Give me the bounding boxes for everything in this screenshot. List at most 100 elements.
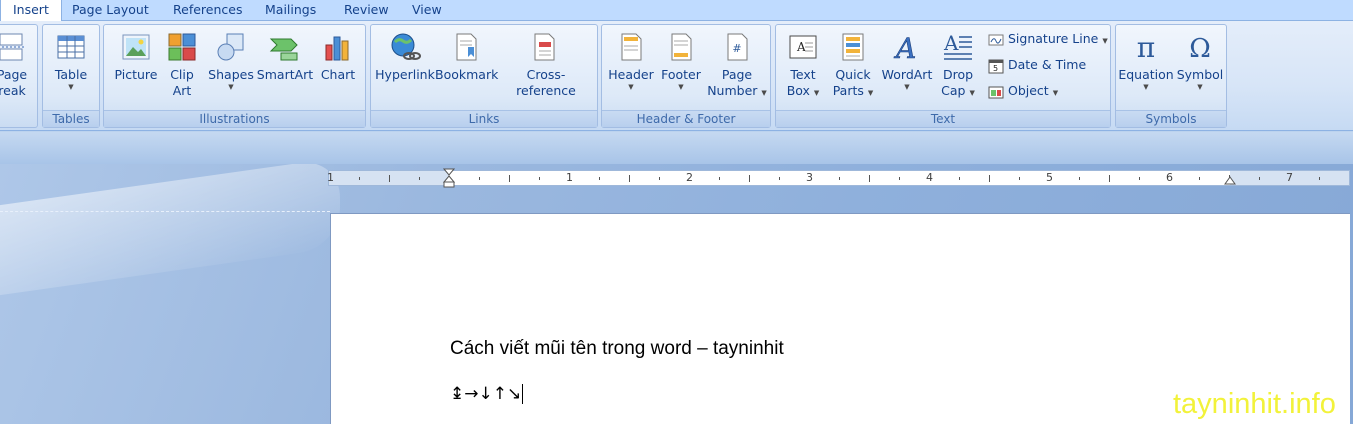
bookmark-button[interactable]: Bookmark xyxy=(435,31,498,83)
picture-button[interactable]: Picture xyxy=(110,31,162,83)
quick-parts-label-2: Parts xyxy=(832,83,864,98)
header-label: Header xyxy=(608,67,654,82)
group-tables: Table ▼ Tables xyxy=(42,24,100,128)
ruler-number: 1 xyxy=(327,171,334,184)
cross-reference-icon xyxy=(534,33,555,61)
table-icon xyxy=(57,35,85,59)
clip-art-label-1: Clip xyxy=(170,67,194,82)
smartart-label: SmartArt xyxy=(256,67,314,82)
svg-text:5: 5 xyxy=(993,64,998,73)
tab-page-layout[interactable]: Page Layout xyxy=(72,0,149,21)
group-symbols: π Equation ▼ Ω Symbol ▼ Symbols xyxy=(1115,24,1227,128)
symbol-label: Symbol xyxy=(1176,67,1224,82)
equation-label: Equation xyxy=(1118,67,1174,82)
wordart-button[interactable]: A WordArt ▼ xyxy=(878,31,936,91)
signature-line-button[interactable]: Signature Line ▼ xyxy=(988,29,1108,49)
page-break-button[interactable]: Page reak xyxy=(0,31,30,99)
shapes-dropdown-icon: ▼ xyxy=(228,83,234,91)
wordart-icon: A xyxy=(893,32,917,63)
bookmark-icon xyxy=(456,33,477,61)
group-illustrations: Picture Clip Art Shapes ▼ SmartArt Chart… xyxy=(103,24,366,128)
page-break-label-1: Page xyxy=(0,67,28,82)
text-box-dropdown-icon: ▼ xyxy=(813,89,820,97)
tab-references[interactable]: References xyxy=(173,0,242,21)
footer-icon xyxy=(671,33,692,61)
ruler-number: 2 xyxy=(686,171,693,184)
wordart-label: WordArt xyxy=(881,67,933,82)
signature-line-icon xyxy=(988,34,1004,45)
page-number-label-2: Number xyxy=(707,83,758,98)
page-number-button[interactable]: # Page Number ▼ xyxy=(706,31,768,101)
text-box-icon: A xyxy=(789,35,817,59)
indent-marker-icon[interactable] xyxy=(443,168,455,188)
right-indent-marker-icon[interactable] xyxy=(1224,175,1236,187)
tab-mailings[interactable]: Mailings xyxy=(265,0,316,21)
signature-line-label: Signature Line xyxy=(1008,31,1099,46)
cross-reference-label: Cross-reference xyxy=(516,67,576,98)
clip-art-button[interactable]: Clip Art xyxy=(162,31,202,99)
symbols-group-label: Symbols xyxy=(1116,110,1226,127)
ribbon-tab-bar: Insert Page Layout References Mailings R… xyxy=(0,0,1353,22)
table-button[interactable]: Table ▼ xyxy=(47,31,95,91)
header-icon xyxy=(621,33,642,61)
cross-reference-button[interactable]: Cross-reference xyxy=(499,31,593,99)
ruler-number: 3 xyxy=(806,171,813,184)
document-text-line[interactable]: Cách viết mũi tên trong word – tayninhit xyxy=(450,338,784,360)
ruler-number: 6 xyxy=(1166,171,1173,184)
arrow-symbols[interactable]: ↨→↓↑↘ xyxy=(450,384,521,404)
symbol-dropdown-icon: ▼ xyxy=(1197,83,1203,91)
horizontal-ruler[interactable]: 1 1 2 3 4 5 6 7 xyxy=(327,168,1350,188)
shapes-label: Shapes xyxy=(208,67,254,82)
smartart-button[interactable]: SmartArt xyxy=(256,31,314,83)
svg-text:A: A xyxy=(796,40,806,54)
text-box-label-2: Box xyxy=(786,83,810,98)
svg-text:#: # xyxy=(732,42,741,55)
text-group-label: Text xyxy=(776,110,1110,127)
hyperlink-button[interactable]: Hyperlink xyxy=(375,31,435,83)
footer-button[interactable]: Footer ▼ xyxy=(656,31,706,91)
text-cursor xyxy=(522,384,524,404)
chart-label: Chart xyxy=(320,67,356,82)
quick-parts-dropdown-icon: ▼ xyxy=(867,89,874,97)
chart-icon xyxy=(325,36,349,61)
wordart-dropdown-icon: ▼ xyxy=(904,83,910,91)
hyperlink-label: Hyperlink xyxy=(375,67,435,82)
picture-icon xyxy=(122,34,150,60)
ruler-number: 1 xyxy=(566,171,573,184)
date-time-label: Date & Time xyxy=(1008,57,1087,72)
date-time-button[interactable]: 5 Date & Time xyxy=(988,55,1086,75)
svg-text:Ω: Ω xyxy=(1189,34,1211,63)
hyperlink-icon xyxy=(391,33,421,60)
header-button[interactable]: Header ▼ xyxy=(606,31,656,91)
clip-art-label-2: Art xyxy=(172,83,192,98)
text-box-label-1: Text xyxy=(790,67,816,82)
drop-cap-dropdown-icon: ▼ xyxy=(969,89,975,97)
svg-text:A: A xyxy=(943,31,959,55)
drop-cap-button[interactable]: A Drop Cap ▼ xyxy=(936,31,980,101)
drop-cap-icon: A xyxy=(943,31,972,60)
svg-text:π: π xyxy=(1137,31,1155,63)
picture-label: Picture xyxy=(114,67,158,82)
background-swoosh xyxy=(0,164,340,301)
footer-label: Footer xyxy=(661,67,701,82)
tab-insert[interactable]: Insert xyxy=(0,0,62,22)
text-box-button[interactable]: A Text Box ▼ xyxy=(780,31,826,101)
symbol-button[interactable]: Ω Symbol ▼ xyxy=(1174,31,1226,91)
equation-button[interactable]: π Equation ▼ xyxy=(1118,31,1174,91)
object-button[interactable]: Object ▼ xyxy=(988,81,1058,101)
calendar-icon: 5 xyxy=(988,59,1004,73)
group-links: Hyperlink Bookmark Cross-reference Links xyxy=(370,24,598,128)
quick-parts-button[interactable]: Quick Parts ▼ xyxy=(828,31,878,101)
quick-parts-label-1: Quick xyxy=(835,67,871,82)
ribbon-bottom-band xyxy=(0,132,1353,164)
page-number-icon: # xyxy=(727,33,748,61)
chart-button[interactable]: Chart xyxy=(316,31,360,83)
ruler-number: 5 xyxy=(1046,171,1053,184)
page-number-dropdown-icon: ▼ xyxy=(761,89,767,97)
signature-line-dropdown-icon: ▼ xyxy=(1102,37,1108,45)
document-arrows-line[interactable]: ↨→↓↑↘ xyxy=(450,384,524,404)
shapes-icon xyxy=(217,33,244,61)
shapes-button[interactable]: Shapes ▼ xyxy=(206,31,256,91)
tab-view[interactable]: View xyxy=(412,0,442,21)
tab-review[interactable]: Review xyxy=(344,0,389,21)
